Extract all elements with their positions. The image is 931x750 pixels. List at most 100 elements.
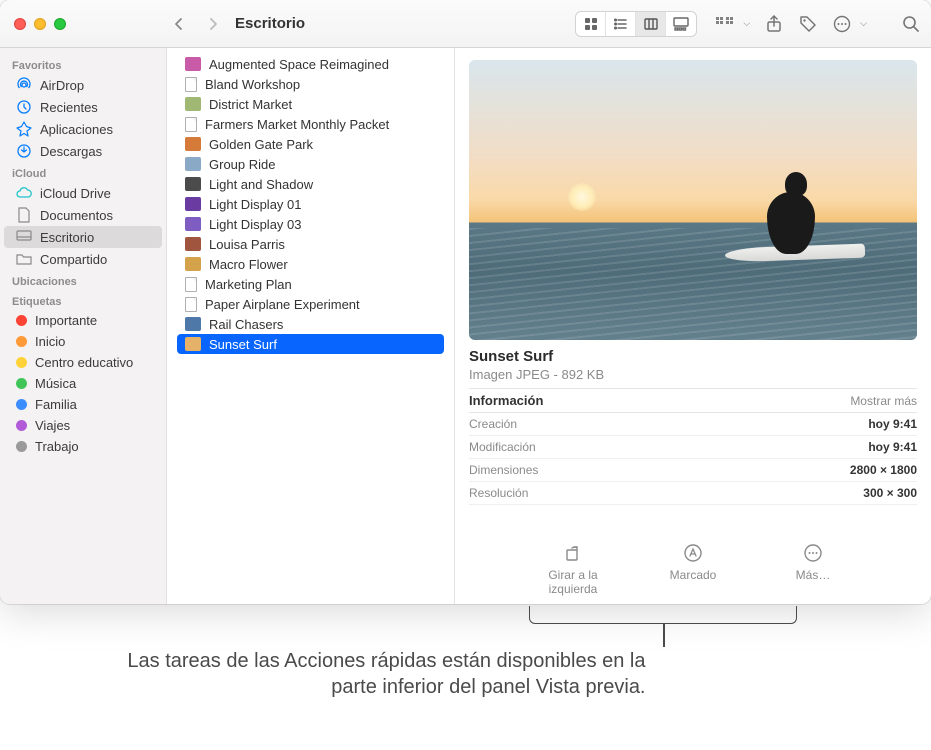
apps-icon: [16, 121, 32, 137]
list-view-button[interactable]: [606, 12, 636, 36]
file-name: Farmers Market Monthly Packet: [205, 117, 389, 132]
file-row[interactable]: Light Display 01: [177, 194, 444, 214]
sidebar-item-aplicaciones[interactable]: Aplicaciones: [4, 118, 162, 140]
file-row[interactable]: Paper Airplane Experiment: [177, 294, 444, 314]
file-row[interactable]: Farmers Market Monthly Packet: [177, 114, 444, 134]
file-name: Louisa Parris: [209, 237, 285, 252]
sidebar-item-descargas[interactable]: Descargas: [4, 140, 162, 162]
quick-action-rotate-left[interactable]: Girar a la izquierda: [533, 542, 613, 596]
sidebar-item-label: Documentos: [40, 208, 113, 223]
file-name: Light Display 03: [209, 217, 302, 232]
more-icon: [802, 542, 824, 564]
sidebar-heading: Favoritos: [0, 54, 166, 74]
sidebar-item-label: Centro educativo: [35, 355, 133, 370]
annotation: Las tareas de las Acciones rápidas están…: [0, 616, 931, 700]
file-row[interactable]: Bland Workshop: [177, 74, 444, 94]
quick-action-markup[interactable]: Marcado: [653, 542, 733, 596]
zoom-window-button[interactable]: [54, 18, 66, 30]
folder-icon: [16, 251, 32, 267]
file-row[interactable]: Light Display 03: [177, 214, 444, 234]
show-more-button[interactable]: Mostrar más: [850, 394, 917, 408]
tag-dot-icon: [16, 378, 27, 389]
airdrop-icon: [16, 77, 32, 93]
file-row[interactable]: Golden Gate Park: [177, 134, 444, 154]
preview-subtitle: Imagen JPEG - 892 KB: [469, 367, 917, 382]
file-thumbnail-icon: [185, 177, 201, 191]
file-row[interactable]: Light and Shadow: [177, 174, 444, 194]
sidebar-item-familia[interactable]: Familia: [4, 394, 162, 415]
groupby-button[interactable]: [715, 14, 735, 34]
sidebar-item-label: Familia: [35, 397, 77, 412]
info-key: Dimensiones: [469, 463, 538, 477]
gallery-view-button[interactable]: [666, 12, 696, 36]
info-key: Resolución: [469, 486, 528, 500]
file-row[interactable]: Sunset Surf: [177, 334, 444, 354]
tags-button[interactable]: [798, 14, 818, 34]
file-row[interactable]: Marketing Plan: [177, 274, 444, 294]
sidebar-item-label: Aplicaciones: [40, 122, 113, 137]
icon-view-button[interactable]: [576, 12, 606, 36]
sidebar-item-importante[interactable]: Importante: [4, 310, 162, 331]
file-row[interactable]: Macro Flower: [177, 254, 444, 274]
file-row[interactable]: District Market: [177, 94, 444, 114]
search-button[interactable]: [901, 14, 921, 34]
file-row[interactable]: Group Ride: [177, 154, 444, 174]
cloud-icon: [16, 185, 32, 201]
sidebar-item-trabajo[interactable]: Trabajo: [4, 436, 162, 457]
file-row[interactable]: Rail Chasers: [177, 314, 444, 334]
caption-text: Las tareas de las Acciones rápidas están…: [86, 648, 646, 700]
sidebar-item-música[interactable]: Música: [4, 373, 162, 394]
share-button[interactable]: [764, 14, 784, 34]
sidebar: FavoritosAirDrop Recientes Aplicaciones Des…: [0, 48, 167, 604]
back-button[interactable]: [171, 16, 187, 32]
sidebar-item-centro-educativo[interactable]: Centro educativo: [4, 352, 162, 373]
sidebar-item-recientes[interactable]: Recientes: [4, 96, 162, 118]
file-thumbnail-icon: [185, 217, 201, 231]
close-window-button[interactable]: [14, 18, 26, 30]
file-thumbnail-icon: [185, 117, 197, 132]
window-controls: [0, 18, 167, 30]
markup-icon: [682, 542, 704, 564]
sidebar-item-label: Viajes: [35, 418, 70, 433]
sidebar-item-label: Importante: [35, 313, 97, 328]
tag-dot-icon: [16, 336, 27, 347]
forward-button[interactable]: [205, 16, 221, 32]
action-menu-button[interactable]: [832, 14, 852, 34]
file-name: District Market: [209, 97, 292, 112]
info-heading: Información: [469, 393, 543, 408]
sidebar-item-label: Inicio: [35, 334, 65, 349]
sidebar-item-label: Recientes: [40, 100, 98, 115]
file-thumbnail-icon: [185, 297, 197, 312]
column-view-button[interactable]: [636, 12, 666, 36]
file-name: Augmented Space Reimagined: [209, 57, 389, 72]
minimize-window-button[interactable]: [34, 18, 46, 30]
file-row[interactable]: Augmented Space Reimagined: [177, 54, 444, 74]
info-row: Creaciónhoy 9:41: [469, 413, 917, 436]
view-mode-group: [575, 11, 697, 37]
file-name: Sunset Surf: [209, 337, 277, 352]
file-name: Group Ride: [209, 157, 275, 172]
sidebar-item-icloud-drive[interactable]: iCloud Drive: [4, 182, 162, 204]
preview-title: Sunset Surf: [469, 348, 917, 365]
info-key: Creación: [469, 417, 517, 431]
info-row: Dimensiones2800 × 1800: [469, 459, 917, 482]
sidebar-item-airdrop[interactable]: AirDrop: [4, 74, 162, 96]
file-name: Golden Gate Park: [209, 137, 313, 152]
chevron-down-icon: ⌵: [860, 18, 867, 29]
sidebar-item-viajes[interactable]: Viajes: [4, 415, 162, 436]
sidebar-item-compartido[interactable]: Compartido: [4, 248, 162, 270]
file-thumbnail-icon: [185, 237, 201, 251]
tag-dot-icon: [16, 420, 27, 431]
info-row: Modificaciónhoy 9:41: [469, 436, 917, 459]
sidebar-item-inicio[interactable]: Inicio: [4, 331, 162, 352]
file-thumbnail-icon: [185, 57, 201, 71]
sidebar-item-label: Escritorio: [40, 230, 94, 245]
file-row[interactable]: Louisa Parris: [177, 234, 444, 254]
sidebar-item-label: iCloud Drive: [40, 186, 111, 201]
sidebar-item-escritorio[interactable]: Escritorio: [4, 226, 162, 248]
sidebar-item-documentos[interactable]: Documentos: [4, 204, 162, 226]
info-row: Resolución300 × 300: [469, 482, 917, 505]
download-icon: [16, 143, 32, 159]
quick-action-more[interactable]: Más…: [773, 542, 853, 596]
file-thumbnail-icon: [185, 337, 201, 351]
